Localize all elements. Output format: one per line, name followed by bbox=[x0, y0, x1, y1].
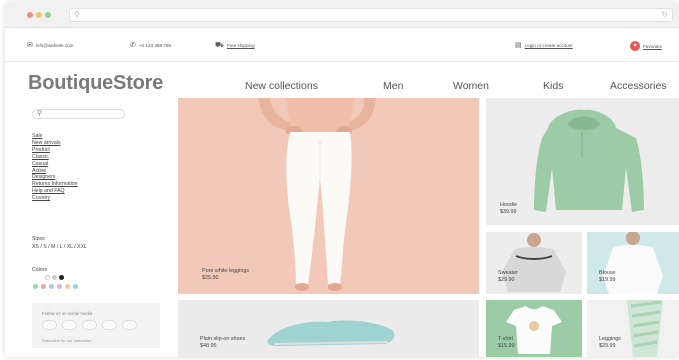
color-swatch-grey[interactable] bbox=[52, 275, 57, 280]
product-tile-sweater[interactable]: Sweater $29.90 bbox=[486, 232, 582, 294]
shipping-text: Free shipping bbox=[226, 43, 255, 48]
product-caption: Blouse $19.99 bbox=[599, 270, 616, 284]
leggings-model-image bbox=[258, 98, 376, 291]
product-name: T-shirt bbox=[498, 336, 513, 342]
heart-icon: ♥ bbox=[630, 41, 640, 51]
sweater-model-image bbox=[502, 233, 566, 292]
product-caption: Hoodie $39.99 bbox=[500, 202, 517, 216]
favorites-link[interactable]: ♥ Favorites bbox=[630, 41, 662, 51]
category-returns[interactable]: Returns Information bbox=[32, 181, 78, 188]
sizes-options[interactable]: XS / S / M / L / XL / XXL bbox=[32, 244, 87, 250]
nav-accessories[interactable]: Accessories bbox=[610, 80, 667, 92]
social-button-youtube[interactable] bbox=[122, 320, 137, 330]
shipping-link[interactable]: ⛟ Free shipping bbox=[215, 41, 255, 50]
category-casual[interactable]: Casual bbox=[32, 161, 78, 168]
social-box: Follow us on social media Subscribe for … bbox=[32, 303, 160, 348]
search-icon: ⚲ bbox=[37, 110, 43, 117]
email-contact[interactable]: ✉ info@website.com bbox=[27, 41, 73, 49]
product-name: Leggings bbox=[599, 336, 621, 342]
email-text: info@website.com bbox=[35, 42, 74, 48]
category-designers[interactable]: Designers bbox=[32, 174, 78, 181]
newsletter-text: Subscribe for our newsletter bbox=[42, 338, 92, 343]
product-caption: Plain slip-on shoes $48.95 bbox=[200, 336, 245, 350]
envelope-icon: ✉ bbox=[27, 42, 33, 49]
product-name: Sweater bbox=[498, 270, 518, 276]
color-swatch-peach[interactable] bbox=[65, 284, 70, 289]
maximize-window-icon[interactable] bbox=[45, 12, 51, 18]
browser-window: ⚲ ↻ ✉ info@website.com ✆ +0 123 456 789 … bbox=[5, 2, 679, 357]
nav-women[interactable]: Women bbox=[453, 80, 489, 92]
product-price: $19.99 bbox=[599, 277, 616, 283]
blouse-model-image bbox=[603, 232, 663, 294]
product-tile-shoes[interactable]: Plain slip-on shoes $48.95 bbox=[178, 300, 479, 357]
color-swatch-black[interactable] bbox=[59, 275, 64, 280]
category-list: Sale New arrivals Product Classic Casual… bbox=[32, 133, 78, 202]
social-button-pinterest[interactable] bbox=[102, 320, 117, 330]
product-tile-blouse[interactable]: Blouse $19.99 bbox=[587, 232, 679, 294]
nav-kids[interactable]: Kids bbox=[543, 80, 563, 92]
user-login-icon: ▤ bbox=[515, 42, 522, 49]
close-window-icon[interactable] bbox=[27, 12, 33, 18]
color-swatch-green[interactable] bbox=[33, 284, 38, 289]
product-tile-leggings-hero[interactable]: Pure white leggings $25.90 bbox=[178, 98, 479, 294]
nav-men[interactable]: Men bbox=[383, 80, 403, 92]
product-caption: Sweater $29.90 bbox=[498, 270, 518, 284]
product-tile-tshirt[interactable]: T-shirt $15.99 bbox=[486, 300, 582, 357]
product-caption: Leggings $29.99 bbox=[599, 336, 621, 350]
colors-label: Colors bbox=[32, 267, 47, 273]
product-price: $48.95 bbox=[200, 343, 217, 349]
product-price: $29.90 bbox=[498, 277, 515, 283]
search-icon: ⚲ bbox=[74, 10, 80, 19]
store-logo[interactable]: BoutiqueStore bbox=[28, 72, 163, 95]
minimize-window-icon[interactable] bbox=[36, 12, 42, 18]
product-name: Pure white leggings bbox=[202, 268, 250, 274]
category-country[interactable]: Country bbox=[32, 195, 78, 202]
product-search-input[interactable]: ⚲ bbox=[32, 109, 125, 119]
product-price: $15.99 bbox=[498, 343, 515, 349]
color-swatch-pink[interactable] bbox=[41, 284, 46, 289]
utility-bar: ✉ info@website.com ✆ +0 123 456 789 ⛟ Fr… bbox=[5, 28, 679, 62]
category-sale[interactable]: Sale bbox=[32, 133, 78, 140]
product-price: $39.99 bbox=[500, 209, 517, 215]
favorites-text: Favorites bbox=[643, 43, 662, 49]
product-tile-leggings[interactable]: Leggings $29.99 bbox=[587, 300, 679, 357]
social-button-facebook[interactable] bbox=[42, 320, 57, 330]
product-caption: T-shirt $15.99 bbox=[498, 336, 515, 350]
category-new-arrivals[interactable]: New arrivals bbox=[32, 140, 78, 147]
product-caption: Pure white leggings $25.90 bbox=[202, 268, 249, 282]
social-button-instagram[interactable] bbox=[82, 320, 97, 330]
color-swatch-blue[interactable] bbox=[49, 284, 54, 289]
login-link[interactable]: ▤ Login or create account bbox=[515, 41, 573, 49]
address-bar[interactable]: ⚲ ↻ bbox=[69, 8, 673, 22]
category-product[interactable]: Product bbox=[32, 147, 78, 154]
nav-new-collections[interactable]: New collections bbox=[245, 80, 318, 92]
phone-text: +0 123 456 789 bbox=[138, 42, 171, 48]
sizes-label: Sizes bbox=[32, 236, 45, 242]
social-button-twitter[interactable] bbox=[62, 320, 77, 330]
category-help-faq[interactable]: Help and FAQ bbox=[32, 188, 78, 195]
product-price: $29.99 bbox=[599, 343, 616, 349]
reload-icon[interactable]: ↻ bbox=[661, 10, 668, 19]
browser-toolbar: ⚲ ↻ bbox=[5, 2, 679, 28]
product-name: Hoodie bbox=[500, 202, 518, 208]
product-price: $25.90 bbox=[202, 275, 219, 281]
phone-contact[interactable]: ✆ +0 123 456 789 bbox=[130, 41, 171, 49]
login-text: Login or create account bbox=[524, 42, 573, 48]
product-name: Plain slip-on shoes bbox=[200, 336, 246, 342]
truck-icon: ⛟ bbox=[215, 42, 224, 49]
color-swatch-mint[interactable] bbox=[73, 284, 78, 289]
product-tile-hoodie[interactable]: Hoodie $39.99 bbox=[486, 98, 679, 225]
category-active[interactable]: Active bbox=[32, 168, 78, 175]
color-swatch-white[interactable] bbox=[45, 275, 50, 280]
category-classic[interactable]: Classic bbox=[32, 154, 78, 161]
phone-icon: ✆ bbox=[130, 42, 136, 49]
product-name: Blouse bbox=[599, 270, 616, 276]
social-title: Follow us on social media bbox=[42, 311, 93, 316]
color-swatch-lavender[interactable] bbox=[57, 284, 62, 289]
